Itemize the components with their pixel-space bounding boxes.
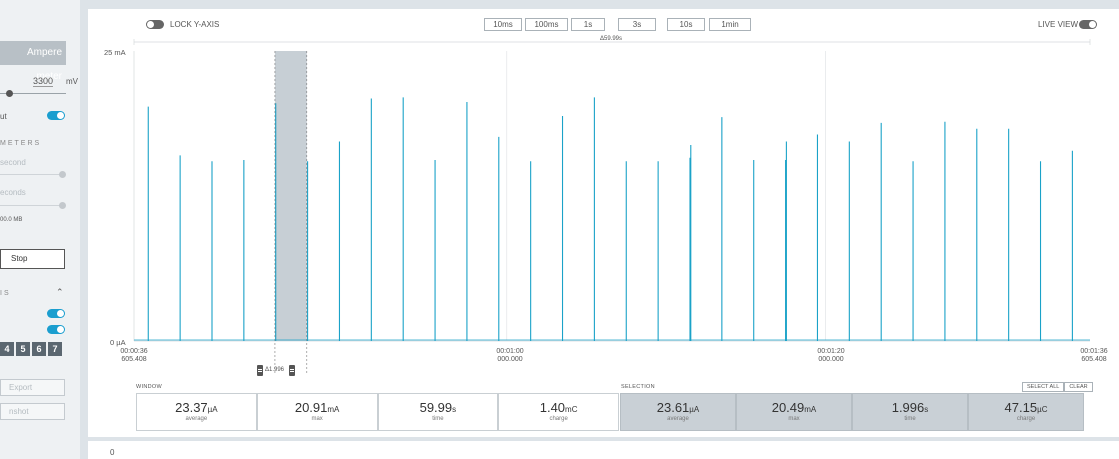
chevron-up-icon[interactable]: ⌃ [56, 287, 64, 298]
select-all-button[interactable]: SELECT ALL [1022, 382, 1065, 392]
clear-button[interactable]: CLEAR [1064, 382, 1093, 392]
channel-4-button[interactable]: 4 [0, 342, 14, 356]
left-cursor-handle-icon[interactable] [257, 365, 263, 376]
output-toggle[interactable] [47, 111, 65, 120]
selection-stats: 23.61µA average 20.49mA max 1.996s time 47.… [620, 393, 1084, 431]
y-axis-max-label: 25 mA [104, 48, 126, 57]
window-time: 59.99s time [377, 393, 499, 431]
sidebar: Ampere meter 3300 mV ut METERS second ec… [0, 0, 80, 459]
duration-knob[interactable] [59, 202, 66, 209]
selection-buttons: SELECT ALL CLEAR [1022, 382, 1093, 392]
parameters-heading: METERS [0, 140, 42, 147]
digital-panel: 0 [88, 441, 1119, 459]
voltage-unit: mV [66, 77, 78, 86]
window-charge: 1.40mC charge [498, 393, 619, 431]
voltage-slider-knob[interactable] [6, 90, 13, 97]
x-tick-4: 00:01:36 605.408 [1080, 348, 1108, 363]
buffer-size: 00.0 MB [0, 217, 23, 223]
stop-button[interactable]: Stop [0, 249, 65, 269]
digital-toggle-1[interactable] [47, 309, 65, 318]
export-button[interactable]: Export [0, 379, 65, 396]
window-title: WINDOW [136, 384, 162, 390]
selection-max: 20.49mA max [736, 393, 852, 431]
digital-toggle-2[interactable] [47, 325, 65, 334]
selection-region [274, 51, 307, 341]
channel-6-button[interactable]: 6 [32, 342, 46, 356]
window-stats: 23.37µA average 20.91mA max 59.99s time 1.4… [136, 393, 619, 431]
selection-charge: 47.15µC charge [968, 393, 1084, 431]
output-label: ut [0, 112, 7, 121]
voltage-input[interactable]: 3300 [33, 76, 54, 87]
right-cursor-handle-icon[interactable] [289, 365, 295, 376]
digital-channel-row: 4 5 6 7 [0, 342, 62, 356]
duration-slider[interactable] [0, 205, 64, 206]
window-average: 23.37µA average [136, 393, 257, 431]
digital-heading: IS [0, 290, 11, 297]
screenshot-button[interactable]: nshot [0, 403, 65, 420]
y-axis-min-label: 0 µA [110, 338, 126, 347]
digital-value: 0 [110, 448, 115, 457]
sample-rate-knob[interactable] [59, 171, 66, 178]
current-chart[interactable] [88, 9, 1119, 437]
selection-delta-label: Δ1.996 [265, 367, 285, 373]
ampere-meter-button[interactable]: Ampere meter [0, 41, 66, 82]
channel-7-button[interactable]: 7 [48, 342, 62, 356]
duration-label: econds [0, 188, 26, 197]
selection-average: 23.61µA average [620, 393, 736, 431]
x-tick-2: 00:01:00 000.000 [496, 348, 524, 363]
sample-rate-label: second [0, 158, 26, 167]
chart-panel: LOCK Y-AXIS 10ms 100ms 1s 3s 10s 1min LI… [88, 9, 1119, 437]
x-tick-3: 00:01:20 000.000 [817, 348, 845, 363]
channel-5-button[interactable]: 5 [16, 342, 30, 356]
window-max: 20.91mA max [256, 393, 378, 431]
selection-title: SELECTION [621, 384, 655, 390]
selection-time: 1.996s time [852, 393, 968, 431]
x-tick-1: 00:00:36 605.408 [120, 348, 148, 363]
sample-rate-slider[interactable] [0, 174, 64, 175]
